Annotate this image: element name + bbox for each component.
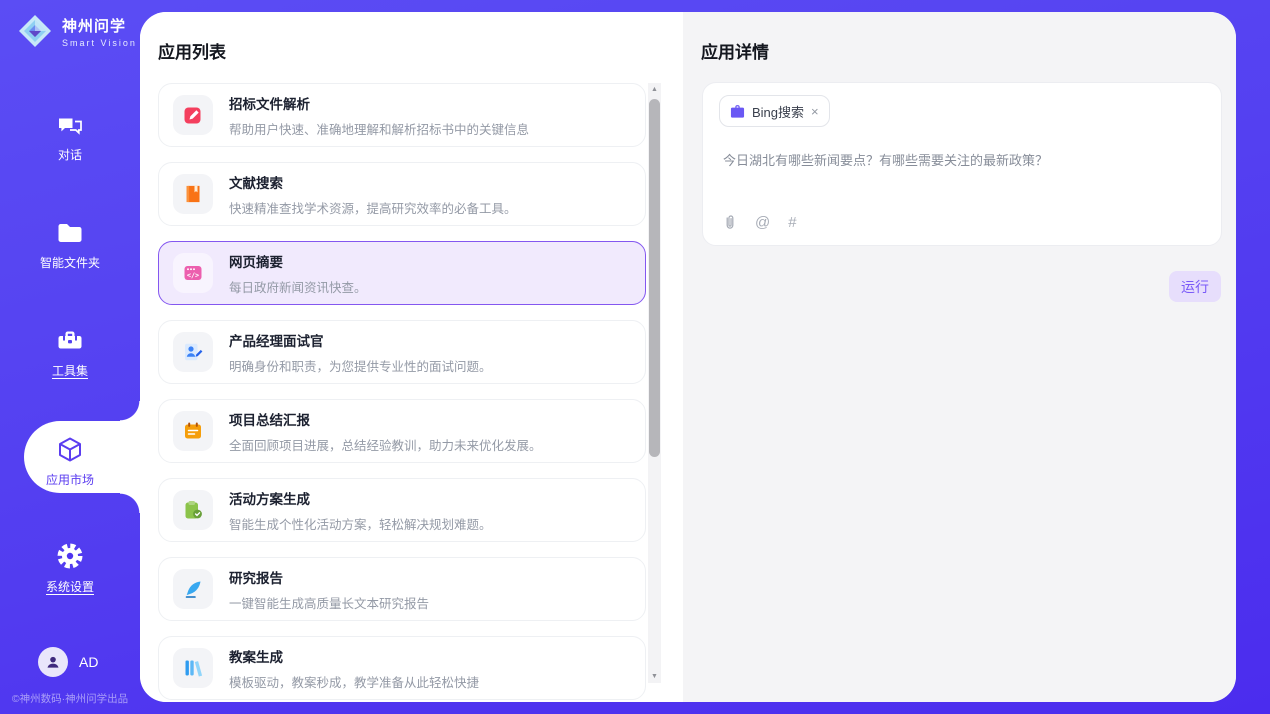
sidebar-item-label: 系统设置 (0, 578, 140, 595)
avatar (38, 647, 68, 677)
app-card-activity-plan[interactable]: 活动方案生成 智能生成个性化活动方案，轻松解决规划难题。 (158, 478, 646, 542)
sidebar-item-smart-folder[interactable]: 智能文件夹 (0, 216, 140, 271)
user-name: AD (79, 654, 98, 670)
cube-icon (0, 433, 140, 465)
webpage-code-icon: </> (173, 253, 213, 293)
tool-chip-label: Bing搜索 (752, 102, 804, 121)
app-description: 快速精准查找学术资源，提高研究效率的必备工具。 (229, 198, 517, 217)
folder-icon (0, 216, 140, 248)
app-name: 文献搜索 (229, 172, 517, 192)
bubble-notch-top (120, 401, 140, 421)
books-icon (173, 648, 213, 688)
bid-document-icon (173, 95, 213, 135)
app-name: 招标文件解析 (229, 93, 529, 113)
brand-name: 神州问学 (62, 15, 137, 36)
sidebar-item-label: 工具集 (0, 362, 140, 379)
app-description: 明确身份和职责，为您提供专业性的面试问题。 (229, 356, 492, 375)
app-name: 研究报告 (229, 567, 429, 587)
sidebar: 神州问学 Smart Vision 对话 智能文件夹 (0, 0, 140, 714)
chip-close-icon[interactable]: × (811, 104, 819, 119)
sidebar-item-settings[interactable]: 系统设置 (0, 540, 140, 595)
app-description: 一键智能生成高质量长文本研究报告 (229, 593, 429, 612)
at-icon[interactable]: @ (755, 214, 770, 231)
clipboard-check-icon (173, 490, 213, 530)
tool-chip-bing-search[interactable]: Bing搜索 × (719, 95, 830, 127)
app-name: 产品经理面试官 (229, 330, 492, 350)
app-card-lesson-plan[interactable]: 教案生成 模板驱动，教案秒成，教学准备从此轻松快捷 (158, 636, 646, 700)
quill-report-icon (173, 569, 213, 609)
brand-subtitle: Smart Vision (62, 38, 137, 48)
app-detail-title: 应用详情 (701, 38, 769, 63)
sidebar-item-label: 智能文件夹 (0, 254, 140, 271)
input-toolbar: @ # (723, 214, 797, 231)
app-card-research-report[interactable]: 研究报告 一键智能生成高质量长文本研究报告 (158, 557, 646, 621)
app-description: 帮助用户快速、准确地理解和解析招标书中的关键信息 (229, 119, 529, 138)
bubble-notch-bottom (120, 493, 140, 513)
app-card-web-summary[interactable]: </> 网页摘要 每日政府新闻资讯快查。 (158, 241, 646, 305)
brand-logo: 神州问学 Smart Vision (16, 12, 137, 50)
app-list-panel: 应用列表 招标文件解析 帮助用户快速、准确地理解和解析招标书中的关键信息 (140, 12, 683, 702)
paperclip-icon[interactable] (723, 214, 737, 231)
app-detail-panel: 应用详情 Bing搜索 × 今日湖北有哪些新闻要点？有哪些需要关注的最新政策？ … (683, 12, 1236, 702)
app-description: 每日政府新闻资讯快查。 (229, 277, 367, 296)
briefcase-icon (730, 104, 745, 118)
app-card-pm-interviewer[interactable]: 产品经理面试官 明确身份和职责，为您提供专业性的面试问题。 (158, 320, 646, 384)
run-button[interactable]: 运行 (1169, 271, 1221, 302)
app-description: 智能生成个性化活动方案，轻松解决规划难题。 (229, 514, 492, 533)
app-description: 全面回顾项目进展，总结经验教训，助力未来优化发展。 (229, 435, 542, 454)
book-icon (173, 174, 213, 214)
sidebar-item-app-market[interactable]: 应用市场 (0, 433, 140, 488)
sidebar-item-chat[interactable]: 对话 (0, 108, 140, 163)
app-card-project-summary[interactable]: 项目总结汇报 全面回顾项目进展，总结经验教训，助力未来优化发展。 (158, 399, 646, 463)
interviewer-icon (173, 332, 213, 372)
sidebar-item-label: 应用市场 (0, 471, 140, 488)
sidebar-item-toolset[interactable]: 工具集 (0, 324, 140, 379)
copyright-text: ©神州数码·神州问学出品 (0, 691, 140, 706)
user-account[interactable]: AD (38, 647, 98, 677)
app-name: 活动方案生成 (229, 488, 492, 508)
app-name: 项目总结汇报 (229, 409, 542, 429)
scrollbar-up-arrow[interactable]: ▲ (648, 86, 661, 93)
app-description: 模板驱动，教案秒成，教学准备从此轻松快捷 (229, 672, 479, 691)
app-name: 网页摘要 (229, 251, 367, 271)
scrollbar-down-arrow[interactable]: ▼ (648, 673, 661, 680)
app-name: 教案生成 (229, 646, 479, 666)
app-card-literature-search[interactable]: 文献搜索 快速精准查找学术资源，提高研究效率的必备工具。 (158, 162, 646, 226)
diamond-logo-icon (16, 12, 54, 50)
toolbox-icon (0, 324, 140, 356)
app-card-bid-parse[interactable]: 招标文件解析 帮助用户快速、准确地理解和解析招标书中的关键信息 (158, 83, 646, 147)
query-text-input[interactable]: 今日湖北有哪些新闻要点？有哪些需要关注的最新政策？ (723, 150, 1203, 169)
app-cards: 招标文件解析 帮助用户快速、准确地理解和解析招标书中的关键信息 文献搜索 快速精… (158, 83, 646, 702)
scrollbar-thumb[interactable] (649, 99, 660, 457)
sidebar-item-label: 对话 (0, 146, 140, 163)
report-note-icon (173, 411, 213, 451)
prompt-input-card[interactable]: Bing搜索 × 今日湖北有哪些新闻要点？有哪些需要关注的最新政策？ @ # (702, 82, 1222, 246)
user-avatar-icon (45, 654, 61, 670)
app-list-scrollbar[interactable]: ▲ ▼ (648, 83, 661, 683)
main-content: 应用列表 招标文件解析 帮助用户快速、准确地理解和解析招标书中的关键信息 (140, 12, 1236, 702)
app-list-title: 应用列表 (158, 38, 226, 63)
hash-icon[interactable]: # (788, 214, 796, 231)
svg-text:</>: </> (187, 272, 199, 280)
chat-icon (0, 108, 140, 140)
gear-icon (0, 540, 140, 572)
